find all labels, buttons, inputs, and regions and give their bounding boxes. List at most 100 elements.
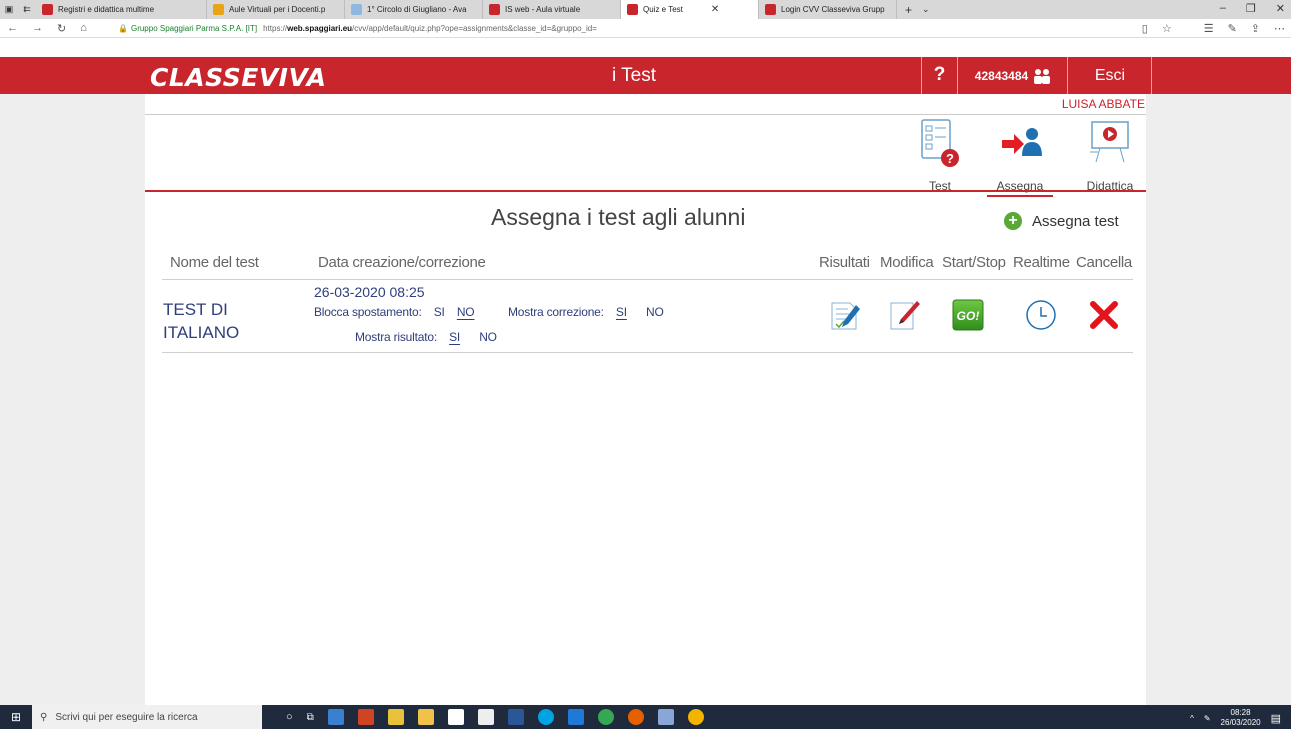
edit-pencil-icon <box>890 301 920 330</box>
tab-label: Quiz e Test <box>643 5 683 14</box>
app-icon[interactable] <box>387 709 404 725</box>
browser-tab[interactable]: IS web - Aula virtuale <box>483 0 621 19</box>
mostra-correzione-option: Mostra correzione: SI NO <box>508 305 664 319</box>
more-icon[interactable]: ⋯ <box>1274 22 1285 35</box>
results-document-icon <box>831 302 860 330</box>
edge-icon[interactable] <box>567 709 584 725</box>
favorites-list-icon[interactable]: ☰ <box>1204 22 1214 35</box>
go-icon: GO! <box>952 299 984 331</box>
home-icon[interactable]: ⌂ <box>80 22 87 35</box>
word-icon[interactable] <box>507 709 524 725</box>
classeviva-favicon-icon <box>627 4 638 15</box>
blocca-si-toggle[interactable]: SI <box>434 305 445 319</box>
document-icon[interactable] <box>477 709 494 725</box>
page-top-margin <box>0 38 1291 57</box>
close-tab-icon[interactable]: ✕ <box>711 4 719 15</box>
correzione-si-toggle[interactable]: SI <box>616 305 627 319</box>
firefox-icon[interactable] <box>627 709 644 725</box>
site-identity[interactable]: Gruppo Spaggiari Parma S.P.A. [IT] <box>131 24 257 33</box>
school-favicon-icon <box>351 4 362 15</box>
browser-tab[interactable]: Registri e didattica multime <box>36 0 207 19</box>
risultato-si-toggle[interactable]: SI <box>449 330 460 344</box>
risultato-no-toggle[interactable]: NO <box>479 330 497 344</box>
nav-assegna[interactable]: Assegna <box>985 118 1055 197</box>
tripadvisor-icon[interactable] <box>597 709 614 725</box>
correzione-no-toggle[interactable]: NO <box>646 305 664 319</box>
assign-test-button[interactable]: + Assegna test <box>1004 212 1119 230</box>
test-name[interactable]: TEST DI ITALIANO <box>163 298 273 344</box>
minimize-icon[interactable]: – <box>1220 2 1226 15</box>
realtime-button[interactable] <box>1023 297 1059 333</box>
classeviva-logo[interactable]: CLASSEVIVA <box>150 63 326 92</box>
file-explorer-icon[interactable] <box>417 709 434 725</box>
test-date: 26-03-2020 08:25 <box>314 284 425 300</box>
reading-view-icon[interactable]: ▯ <box>1142 22 1148 35</box>
nav-test[interactable]: ? Test <box>905 118 975 193</box>
col-header-delete: Cancella <box>1076 254 1132 271</box>
share-icon[interactable]: ⇪ <box>1251 22 1260 35</box>
nav-didattica[interactable]: Didattica <box>1075 118 1145 193</box>
skype-icon[interactable] <box>537 709 554 725</box>
chrome-icon[interactable] <box>687 709 704 725</box>
store-icon[interactable] <box>447 709 464 725</box>
taskbar-search[interactable]: ⚲ Scrivi qui per eseguire la ricerca <box>32 705 262 729</box>
browser-tab-bar: ▣ ⇇ Registri e didattica multime Aule Vi… <box>0 0 1291 19</box>
left-margin-panel <box>0 94 145 705</box>
tab-manager-icon[interactable]: ▣ <box>0 4 18 15</box>
pen-icon[interactable]: ✎ <box>1228 22 1237 35</box>
pen-tray-icon[interactable]: ✎ <box>1204 714 1211 723</box>
row-divider <box>162 352 1133 353</box>
browser-tab[interactable]: 1° Circolo di Giugliano - Ava <box>345 0 483 19</box>
user-id-badge[interactable]: 42843484 <box>959 57 1068 94</box>
window-controls: – ❐ ✕ <box>1220 2 1285 15</box>
browser-tab[interactable]: Aule Virtuali per i Docenti.p <box>207 0 345 19</box>
tab-label: Aule Virtuali per i Docenti.p <box>229 5 326 14</box>
start-stop-button[interactable]: GO! <box>950 297 986 333</box>
forward-icon[interactable]: → <box>32 22 43 35</box>
test-checklist-icon: ? <box>921 119 959 167</box>
plus-icon: + <box>1004 212 1022 230</box>
favorite-star-icon[interactable]: ☆ <box>1162 22 1172 35</box>
task-view-icon[interactable]: ⧉ <box>307 712 314 723</box>
col-header-edit: Modifica <box>880 254 934 271</box>
logout-button[interactable]: Esci <box>1069 57 1152 94</box>
results-button[interactable] <box>828 297 864 333</box>
cortana-icon[interactable]: ○ <box>286 711 293 723</box>
right-margin-panel <box>1146 94 1291 705</box>
powerpoint-icon[interactable] <box>357 709 374 725</box>
help-button[interactable]: ? <box>921 57 958 94</box>
svg-text:?: ? <box>946 151 954 166</box>
maximize-icon[interactable]: ❐ <box>1246 2 1256 15</box>
lock-icon: 🔒 <box>118 23 128 33</box>
col-header-startstop: Start/Stop <box>942 254 1006 271</box>
col-header-results: Risultati <box>819 254 870 271</box>
tab-label: Login CVV Classeviva Grupp <box>781 5 885 14</box>
tray-chevron-icon[interactable]: ^ <box>1190 714 1194 723</box>
assign-user-icon <box>1002 128 1042 156</box>
refresh-icon[interactable]: ↻ <box>57 22 66 35</box>
edit-button[interactable] <box>887 297 923 333</box>
classeviva-favicon-icon <box>42 4 53 15</box>
browser-tab-active[interactable]: Quiz e Test ✕ <box>621 0 759 19</box>
windows-start-icon[interactable]: ⊞ <box>0 710 32 724</box>
browser-tab[interactable]: Login CVV Classeviva Grupp <box>759 0 897 19</box>
username-label: LUISA ABBATE <box>1061 97 1145 111</box>
close-window-icon[interactable]: ✕ <box>1276 2 1285 15</box>
tab-label: IS web - Aula virtuale <box>505 5 581 14</box>
clock-icon <box>1026 300 1056 330</box>
windows-taskbar: ⊞ ⚲ Scrivi qui per eseguire la ricerca ○… <box>0 705 1291 729</box>
classeviva-favicon-icon <box>765 4 776 15</box>
new-tab-icon[interactable]: + <box>905 3 912 17</box>
blocca-no-toggle[interactable]: NO <box>457 305 475 319</box>
notifications-icon[interactable]: ▤ <box>1271 712 1281 725</box>
url-field[interactable]: https://web.spaggiari.eu/cvv/app/default… <box>263 24 597 33</box>
col-header-name: Nome del test <box>170 254 259 271</box>
tab-preview-chevron-icon[interactable]: ⌄ <box>922 4 930 15</box>
tab-label: Registri e didattica multime <box>58 5 155 14</box>
set-aside-tabs-icon[interactable]: ⇇ <box>18 4 36 15</box>
delete-button[interactable] <box>1086 297 1122 333</box>
app-icon[interactable] <box>327 709 344 725</box>
app-icon[interactable] <box>657 709 674 725</box>
back-icon[interactable]: ← <box>7 22 18 35</box>
system-clock[interactable]: 08:28 26/03/2020 <box>1221 708 1261 728</box>
